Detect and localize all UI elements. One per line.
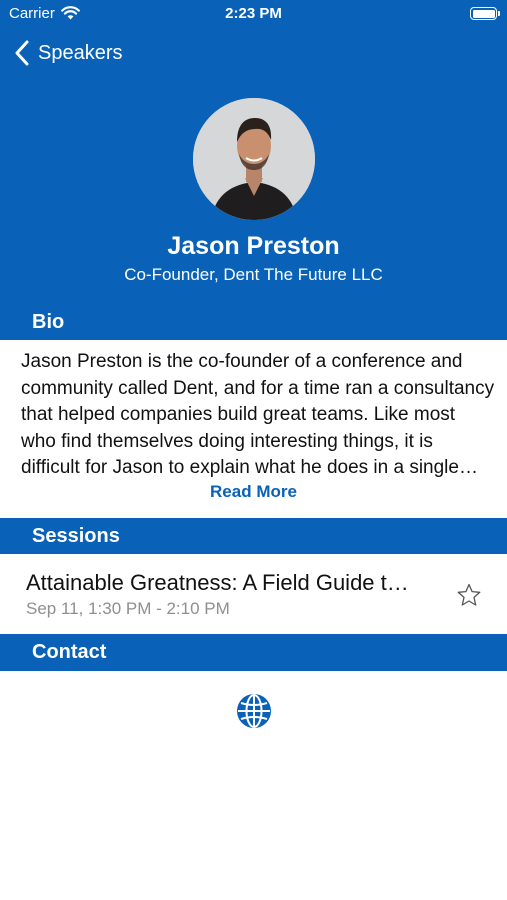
session-title: Attainable Greatness: A Field Guide to B… [26,570,411,595]
bio-body: Jason Preston is the co-founder of a con… [21,349,495,482]
speaker-title: Co-Founder, Dent The Future LLC [124,265,383,284]
sessions-section-header: Sessions [0,518,507,554]
status-bar: Carrier 2:23 PM [0,0,507,28]
speaker-header: Carrier 2:23 PM Speakers Jason Preston C… [0,0,507,304]
contact-section-header: Contact [0,634,507,671]
speaker-name: Jason Preston [167,232,340,260]
star-icon[interactable] [456,582,482,608]
battery-icon [470,7,500,20]
back-button[interactable]: Speakers [14,38,123,68]
read-more-button[interactable]: Read More [0,482,507,502]
session-row[interactable]: Attainable Greatness: A Field Guide to B… [0,554,507,634]
speaker-photo [193,98,315,220]
session-time: Sep 11, 1:30 PM - 2:10 PM [26,599,230,618]
chevron-left-icon [15,40,29,66]
bio-text: Jason Preston is the co-founder of a con… [21,351,495,478]
globe-icon[interactable] [235,692,273,730]
status-time: 2:23 PM [225,5,282,22]
speaker-avatar [193,98,315,220]
back-label: Speakers [38,41,123,64]
bio-section-header: Bio [0,304,507,340]
